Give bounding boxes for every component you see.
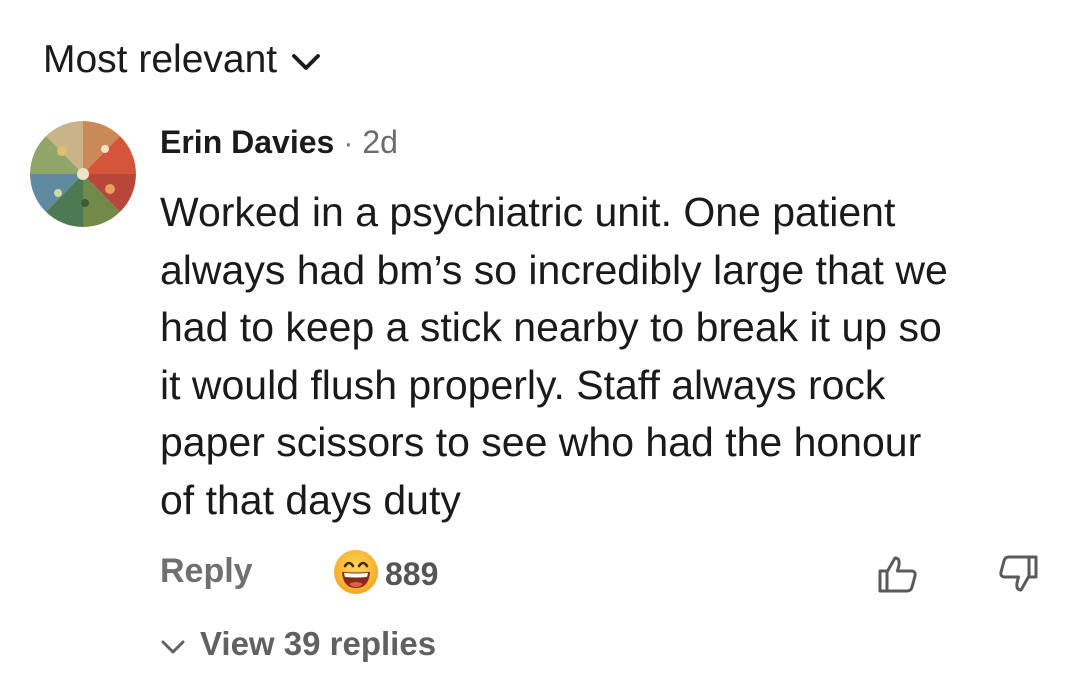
view-replies-label: View 39 replies — [200, 625, 437, 662]
like-button[interactable] — [876, 552, 920, 601]
author-name[interactable]: Erin Davies — [160, 124, 334, 161]
thumbs-up-icon — [876, 556, 920, 600]
chevron-down-icon — [291, 52, 321, 72]
reply-button[interactable]: Reply — [160, 552, 253, 591]
dislike-button[interactable] — [996, 552, 1040, 601]
reaction-count: 889 — [385, 556, 439, 592]
comment-timestamp: 2d — [362, 124, 398, 160]
thumbs-down-icon — [996, 555, 1040, 600]
separator-dot: · — [343, 127, 354, 160]
sort-label: Most relevant — [43, 38, 278, 81]
chevron-down-icon — [160, 638, 186, 656]
reaction-summary[interactable]: 889 — [333, 549, 438, 600]
laughing-emoji-icon — [333, 549, 379, 600]
sort-dropdown[interactable]: Most relevant — [43, 38, 321, 82]
avatar[interactable] — [30, 121, 136, 227]
view-replies-button[interactable]: View 39 replies — [160, 625, 436, 663]
comment-text: Worked in a psychiatric unit. One patien… — [160, 189, 948, 523]
comment-header: Erin Davies · 2d — [160, 124, 398, 161]
